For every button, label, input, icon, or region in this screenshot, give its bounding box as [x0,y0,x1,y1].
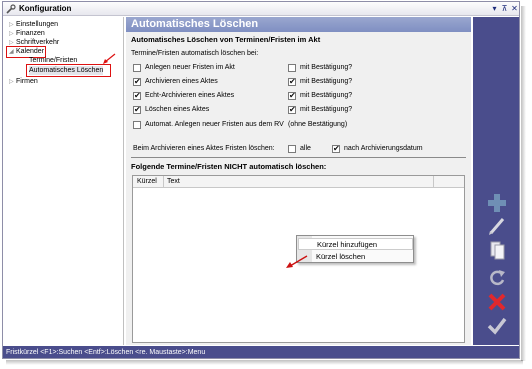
plus-icon[interactable] [487,193,507,213]
main-panel: Automatisches Löschen Automatisches Lösc… [126,17,471,345]
label-archivieren: Archivieren eines Aktes [145,78,218,85]
tree-item-label: Einstellungen [16,21,59,28]
checkbox-echt-archivieren[interactable] [133,91,141,100]
section-divider [131,157,466,158]
label-ohne-bestaetigung: (ohne Bestätigung) [288,121,348,128]
checkbox-automat-anlegen-rv[interactable] [133,121,141,129]
tree-item-label: Termine/Fristen [29,57,78,64]
maximize-icon[interactable]: ⊼ [500,4,509,13]
delete-icon[interactable] [487,292,507,312]
intro-label: Termine/Fristen automatisch löschen bei: [131,50,259,57]
label-confirm-archivieren: mit Bestätigung? [300,78,353,85]
tree-item-einstellungen[interactable]: ▷ Einstellungen [9,20,58,29]
section-title-auto-delete: Automatisches Löschen von Terminen/Frist… [131,35,321,44]
label-nach-archivierungsdatum: nach Archivierungsdatum [344,145,423,152]
checkbox-nach-archivierungsdatum[interactable] [332,144,340,153]
column-divider [163,176,164,188]
tree-item-label: Finanzen [16,30,45,37]
page-title: Automatisches Löschen [126,17,471,32]
context-menu: Kürzel hinzufügen Kürzel löschen [296,235,414,263]
pin-icon[interactable]: ▾ [490,4,499,13]
tree-item-firmen[interactable]: ▷ Firmen [9,77,38,86]
menu-item-kuerzel-loeschen[interactable]: Kürzel löschen [316,252,365,261]
annotation-arrow-icon [103,53,116,64]
checkbox-confirm-anlegen[interactable] [288,64,296,72]
section-title-exclusions: Folgende Termine/Fristen NICHT automatis… [131,162,327,171]
wrench-icon [6,4,16,14]
grid-header: Kürzel Text [133,176,464,188]
checkbox-confirm-echt-archivieren[interactable] [288,91,296,100]
window-shadow [6,360,523,365]
pencil-icon[interactable] [487,216,507,236]
label-anlegen-neuer-fristen: Anlegen neuer Fristen im Akt [145,64,235,71]
action-toolbar [473,17,519,345]
window-shadow [521,6,526,361]
checkbox-alle[interactable] [288,145,296,153]
annotation-arrow-icon [286,255,308,268]
archive-delete-label: Beim Archivieren eines Aktes Fristen lös… [133,145,275,152]
title-bar: Konfiguration ▾ ⊼ ✕ [3,2,519,16]
check-icon[interactable] [487,316,507,336]
status-bar: Fristkürzel <F1>:Suchen <Entf>:Löschen <… [3,346,519,358]
checkbox-confirm-loeschen[interactable] [288,105,296,114]
tree-item-finanzen[interactable]: ▷ Finanzen [9,29,45,38]
label-confirm-echt-archivieren: mit Bestätigung? [300,92,353,99]
checkbox-anlegen-neuer-fristen[interactable] [133,64,141,72]
checkbox-archivieren[interactable] [133,77,141,86]
close-icon[interactable]: ✕ [510,4,519,13]
tree-item-label: Firmen [16,78,38,85]
menu-item-kuerzel-hinzufuegen[interactable]: Kürzel hinzufügen [298,238,413,250]
label-confirm-anlegen: mit Bestätigung? [300,64,353,71]
label-loeschen-akt: Löschen eines Aktes [145,106,210,113]
configuration-window: Konfiguration ▾ ⊼ ✕ ▷ Einstellungen ▷ Fina… [2,1,520,359]
label-automat-anlegen-rv: Automat. Anlegen neuer Fristen aus dem R… [145,121,284,128]
column-header-kuerzel[interactable]: Kürzel [137,178,157,185]
checkbox-loeschen-akt[interactable] [133,105,141,114]
expand-icon[interactable]: ▷ [9,78,16,87]
copy-icon[interactable] [487,240,507,260]
navigation-tree: ▷ Einstellungen ▷ Finanzen ▷ Schriftverkehr… [3,17,124,345]
column-divider [433,176,434,188]
column-header-text[interactable]: Text [167,178,180,185]
label-alle: alle [300,145,311,152]
checkbox-confirm-archivieren[interactable] [288,77,296,86]
label-confirm-loeschen: mit Bestätigung? [300,106,353,113]
refresh-icon[interactable] [487,268,507,288]
tree-item-label: Schriftverkehr [16,39,60,46]
window-title: Konfiguration [19,4,72,13]
label-echt-archivieren: Echt-Archivieren eines Aktes [145,92,235,99]
highlight-box-automatisches-loeschen [26,64,111,77]
